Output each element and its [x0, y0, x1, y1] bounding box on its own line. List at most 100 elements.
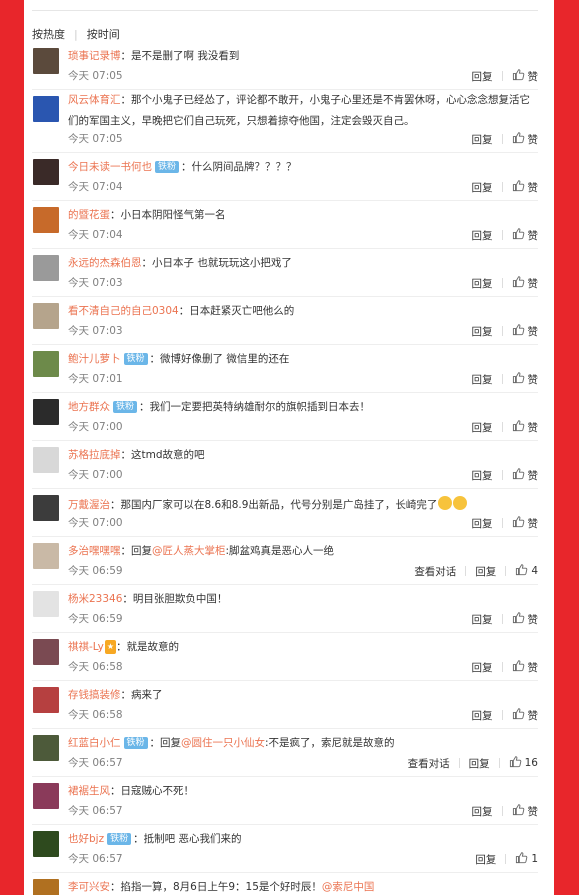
- like-button[interactable]: 赞: [512, 611, 538, 627]
- username-link[interactable]: 地方群众: [68, 401, 110, 413]
- like-button[interactable]: 赞: [512, 275, 539, 291]
- reply-button[interactable]: 回复: [472, 804, 493, 819]
- username-link[interactable]: 看不清自己的自己0304: [68, 305, 179, 317]
- comment-text: 鲍汁儿萝卜 铁粉 ：微博好像删了 微信里的还在: [68, 352, 538, 366]
- username-link[interactable]: 杨米23346: [68, 593, 122, 605]
- comment-item: 苏格拉底掉：这tmd故意的吧 今天 07:00 回复 赞: [32, 441, 538, 489]
- avatar[interactable]: [33, 495, 59, 521]
- like-button[interactable]: 赞: [512, 515, 538, 531]
- avatar[interactable]: [33, 303, 59, 329]
- username-link[interactable]: 万戴渥治: [68, 499, 110, 511]
- username-link[interactable]: 李可兴安: [68, 881, 110, 893]
- reply-button[interactable]: 回复: [472, 69, 493, 84]
- comment-body: 那个小鬼子已经怂了，评论都不敢开，小鬼子心里还是不肯罢休呀，心心念念想复活它们的…: [68, 94, 530, 127]
- like-button[interactable]: 赞: [512, 419, 539, 435]
- mention-link[interactable]: @匠人蒸大掌柜: [152, 545, 226, 557]
- avatar[interactable]: [33, 735, 59, 761]
- mention-link[interactable]: @索尼中国: [322, 881, 375, 893]
- username-link[interactable]: 祺祺-Ly: [68, 641, 104, 653]
- reply-button[interactable]: 回复: [472, 228, 493, 243]
- comment-body: 小日本阴阳怪气第一名: [120, 209, 226, 221]
- like-button[interactable]: 赞: [512, 227, 538, 243]
- avatar[interactable]: [33, 159, 59, 185]
- reply-button[interactable]: 回复: [475, 852, 496, 867]
- action-divider: [501, 134, 503, 144]
- view-conversation-link[interactable]: 查看对话: [408, 756, 450, 771]
- avatar[interactable]: [33, 879, 59, 895]
- like-count: 赞: [527, 277, 539, 290]
- like-button[interactable]: 赞: [512, 659, 538, 675]
- like-button[interactable]: 赞: [512, 371, 538, 387]
- reply-button[interactable]: 回复: [472, 180, 493, 195]
- avatar[interactable]: [33, 351, 59, 377]
- avatar[interactable]: [33, 207, 59, 233]
- reply-button[interactable]: 回复: [475, 564, 496, 579]
- mention-link[interactable]: @圆住一只小仙女: [181, 737, 265, 749]
- avatar[interactable]: [33, 591, 59, 617]
- avatar[interactable]: [33, 783, 59, 809]
- like-button[interactable]: 赞: [512, 323, 538, 339]
- comment-actions: 回复 赞: [472, 227, 538, 243]
- username-link[interactable]: 多治嘿嘿嘿: [68, 545, 121, 557]
- username-link[interactable]: 存钱搞装修: [68, 689, 121, 701]
- comment-item: 祺祺-Ly ★ ：就是故意的 今天 06:58 回复 赞: [32, 633, 538, 681]
- comment-actions: 回复 赞: [472, 371, 538, 387]
- comment-time: 今天 07:04: [68, 181, 123, 193]
- avatar[interactable]: [33, 447, 59, 473]
- comment-body: 什么阴间品牌？？？？: [191, 161, 297, 173]
- comment-time: 今天 06:57: [68, 757, 123, 769]
- comment-text: 红蓝白小仁 铁粉 ：回复@圆住一只小仙女:不是疯了，索尼就是故意的: [68, 736, 538, 750]
- avatar[interactable]: [33, 399, 59, 425]
- username-link[interactable]: 琐事记录博: [68, 50, 121, 62]
- like-count: 赞: [527, 421, 539, 434]
- like-button[interactable]: 赞: [512, 467, 538, 483]
- like-button[interactable]: 赞: [512, 707, 538, 723]
- thumbs-up-icon: [512, 419, 525, 435]
- avatar[interactable]: [33, 255, 59, 281]
- reply-button[interactable]: 回复: [472, 516, 493, 531]
- view-conversation-link[interactable]: 查看对话: [414, 564, 456, 579]
- reply-button[interactable]: 回复: [472, 372, 493, 387]
- username-link[interactable]: 永远的杰森伯恩: [68, 257, 142, 269]
- reply-button[interactable]: 回复: [472, 324, 493, 339]
- username-link[interactable]: 鲍汁儿萝卜: [68, 353, 121, 365]
- reply-button[interactable]: 回复: [472, 708, 493, 723]
- reply-button[interactable]: 回复: [469, 756, 490, 771]
- action-divider: [505, 566, 507, 576]
- username-link[interactable]: 的暨花蛋: [68, 209, 110, 221]
- username-link[interactable]: 裙裾生风: [68, 785, 110, 797]
- sort-bar: 按热度 | 按时间: [32, 26, 120, 42]
- username-link[interactable]: 也好bjz: [68, 833, 104, 845]
- avatar[interactable]: [33, 543, 59, 569]
- avatar[interactable]: [33, 687, 59, 713]
- username-link[interactable]: 红蓝白小仁: [68, 737, 121, 749]
- like-button[interactable]: 赞: [512, 179, 538, 195]
- sort-by-time[interactable]: 按时间: [87, 26, 120, 42]
- like-button[interactable]: 赞: [512, 68, 538, 84]
- fan-badge: 铁粉: [155, 161, 180, 173]
- sort-by-hot[interactable]: 按热度: [32, 26, 65, 42]
- comment-text: 的暨花蛋：小日本阴阳怪气第一名: [68, 208, 538, 222]
- like-button[interactable]: 1: [515, 851, 538, 867]
- avatar[interactable]: [33, 96, 59, 122]
- like-button[interactable]: 16: [509, 755, 538, 771]
- reply-button[interactable]: 回复: [472, 612, 493, 627]
- comment-text: 存钱搞装修：病来了: [68, 688, 538, 702]
- reply-button[interactable]: 回复: [472, 132, 493, 147]
- comment-body: 是不是删了啊 我没看到: [131, 50, 240, 62]
- like-button[interactable]: 赞: [512, 131, 538, 147]
- avatar[interactable]: [33, 639, 59, 665]
- username-link[interactable]: 风云体育汇: [68, 94, 121, 106]
- username-link[interactable]: 今日未读一书何也: [68, 161, 152, 173]
- reply-button[interactable]: 回复: [472, 660, 493, 675]
- like-count: 1: [531, 853, 538, 865]
- comment-separator: ：: [141, 257, 153, 269]
- avatar[interactable]: [33, 831, 59, 857]
- like-button[interactable]: 4: [515, 563, 538, 579]
- username-link[interactable]: 苏格拉底掉: [68, 449, 121, 461]
- avatar[interactable]: [33, 48, 59, 74]
- like-button[interactable]: 赞: [512, 803, 538, 819]
- reply-button[interactable]: 回复: [472, 420, 493, 435]
- reply-button[interactable]: 回复: [472, 276, 493, 291]
- reply-button[interactable]: 回复: [472, 468, 493, 483]
